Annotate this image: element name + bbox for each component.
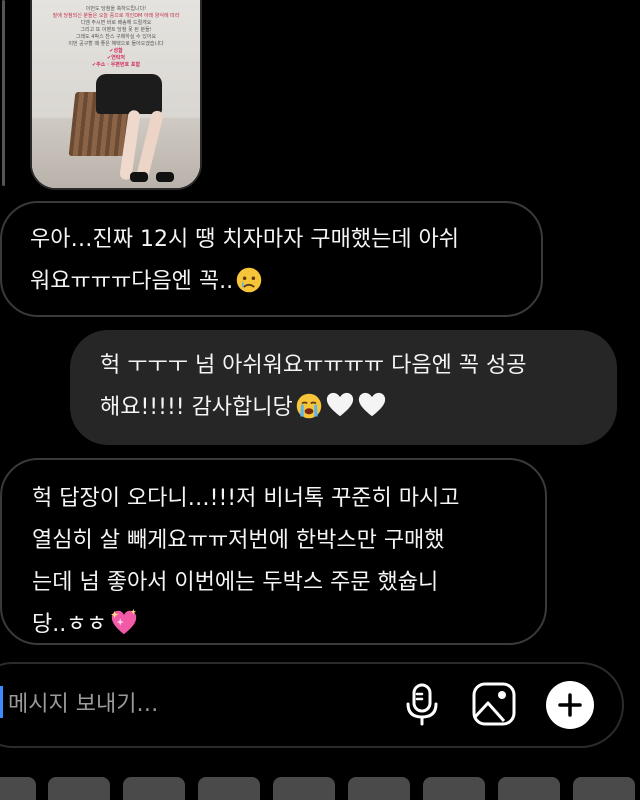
chat-screen: 이번도 당첨을 축하드립니다! 밑에 당첨되신 분들은 오늘 중으로 개인DM … bbox=[0, 0, 640, 800]
image-icon bbox=[472, 682, 516, 726]
white-heart-icon bbox=[358, 392, 385, 417]
message-text-line: 워요ㅠㅠㅠ다음엔 꼭.. bbox=[30, 269, 234, 294]
sparkling-heart-icon bbox=[110, 608, 136, 635]
photo-shoe bbox=[156, 172, 174, 182]
caption-line: 이번도 당첨을 축하드립니다! bbox=[85, 6, 147, 12]
message-text-line: 헉 ㅜㅜㅜ 넘 아쉬워요ㅠㅠㅠㅠ 다음엔 꼭 성공 bbox=[100, 353, 527, 378]
incoming-message-bubble[interactable]: 우아…진짜 12시 땡 치자마자 구매했는데 아쉬 워요ㅠㅠㅠ다음엔 꼭.. bbox=[0, 201, 543, 317]
caption-line: 그리고 또 이벤트 당첨 못 된 분들! bbox=[80, 27, 152, 33]
message-text-line: 당..ㅎㅎ bbox=[32, 612, 107, 637]
white-heart-icon bbox=[326, 392, 353, 417]
outgoing-message-bubble[interactable]: 헉 ㅜㅜㅜ 넘 아쉬워요ㅠㅠㅠㅠ 다음엔 꼭 성공 해요!!!!! 감사합니당 bbox=[70, 330, 617, 445]
keyboard-key[interactable] bbox=[498, 777, 560, 800]
caption-line: 밑에 당첨되신 분들은 오늘 중으로 개인DM 아래 양식에 따라 bbox=[52, 13, 180, 19]
message-text-line: 헉 답장이 오다니…!!!저 비너톡 꾸준히 마시고 bbox=[32, 486, 460, 511]
caption-line: 이번 공구할 때 좋은 혜택으로 돌아오겠습니다 bbox=[68, 41, 164, 47]
keyboard-key[interactable] bbox=[423, 777, 485, 800]
more-options-button[interactable] bbox=[546, 681, 594, 729]
message-text-line: 는데 넘 좋아서 이번에는 두박스 주문 했슙니 bbox=[32, 570, 439, 595]
message-text-line: 해요!!!!! 감사합니당 bbox=[100, 395, 293, 420]
shared-photo[interactable]: 이번도 당첨을 축하드립니다! 밑에 당첨되신 분들은 오늘 중으로 개인DM … bbox=[30, 0, 202, 190]
keyboard-key[interactable] bbox=[123, 777, 185, 800]
plus-icon bbox=[558, 693, 582, 717]
caption-line: ✔연락처 bbox=[107, 55, 125, 61]
caption-line: ✔성함 bbox=[109, 48, 123, 54]
caption-line: 그래도 4박스 찬스 구매하실 수 있어요 bbox=[75, 34, 157, 40]
message-text-line: 우아…진짜 12시 땡 치자마자 구매했는데 아쉬 bbox=[30, 227, 460, 252]
keyboard-key[interactable] bbox=[573, 777, 635, 800]
incoming-message-bubble[interactable]: 헉 답장이 오다니…!!!저 비너톡 꾸준히 마시고 열심히 살 빼게요ㅠㅠ저번… bbox=[0, 458, 547, 645]
keyboard-key[interactable] bbox=[198, 777, 260, 800]
keyboard-key[interactable] bbox=[348, 777, 410, 800]
thread-indicator bbox=[2, 0, 5, 186]
gallery-button[interactable] bbox=[470, 680, 518, 728]
photo-skirt bbox=[96, 74, 162, 114]
text-cursor bbox=[0, 686, 3, 718]
caption-line: 디엠 주시면 바로 배송해 드릴게요 bbox=[80, 20, 152, 26]
loudly-crying-face-icon bbox=[296, 393, 322, 419]
keyboard-key[interactable] bbox=[273, 777, 335, 800]
keyboard-key[interactable] bbox=[48, 777, 110, 800]
caption-line: ✔주소 · 우편번호 포함 bbox=[91, 62, 141, 68]
crying-face-icon bbox=[236, 267, 262, 293]
voice-message-button[interactable] bbox=[400, 680, 444, 728]
message-input[interactable] bbox=[6, 684, 370, 724]
keyboard-key[interactable] bbox=[0, 777, 36, 800]
keyboard-row bbox=[0, 768, 640, 800]
photo-shoe bbox=[130, 172, 148, 182]
photo-caption: 이번도 당첨을 축하드립니다! 밑에 당첨되신 분들은 오늘 중으로 개인DM … bbox=[44, 6, 188, 69]
message-text-line: 열심히 살 빼게요ㅠㅠ저번에 한박스만 구매했 bbox=[32, 528, 445, 553]
microphone-icon bbox=[406, 683, 438, 726]
